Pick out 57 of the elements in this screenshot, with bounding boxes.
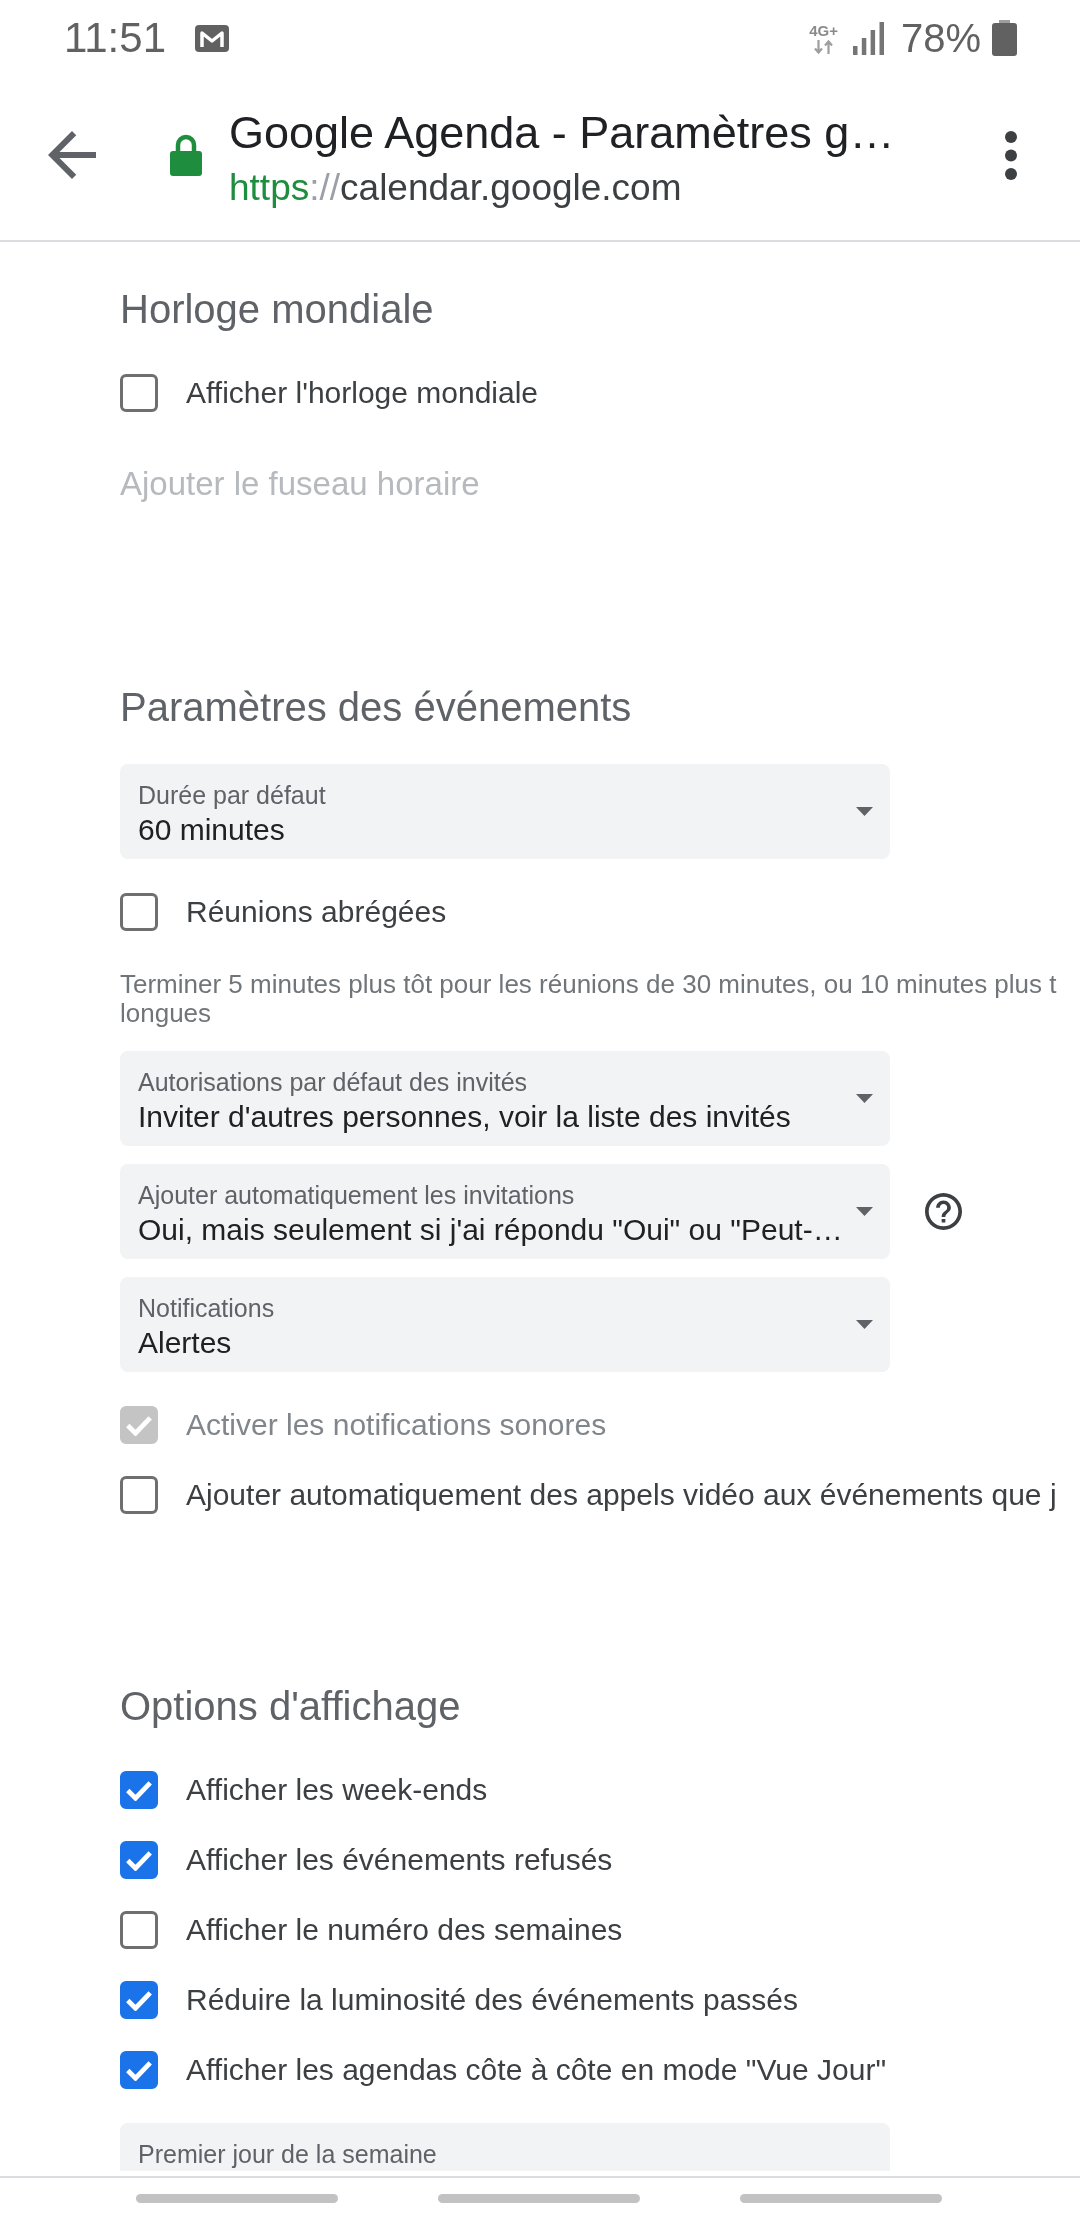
caret-icon	[856, 1207, 873, 1216]
checkmark-icon	[125, 1414, 153, 1436]
lock-icon[interactable]	[170, 134, 202, 176]
network-type-label: 4G+	[809, 21, 838, 39]
floating-label: Autorisations par défaut des invités	[138, 1067, 528, 1097]
caret-icon	[856, 807, 873, 816]
url-text[interactable]: https://calendar.google.com	[229, 166, 682, 210]
floating-label: Premier jour de la semaine	[138, 2139, 437, 2169]
help-text: Terminer 5 minutes plus tôt pour les réunions de 30 minutes, ou 10 minutes plus t longues	[120, 970, 1057, 1028]
checkbox-label: Réunions abrégées	[186, 894, 447, 930]
dropdown-value: 60 minutes	[138, 812, 285, 848]
status-time: 11:51	[64, 14, 166, 62]
checkbox[interactable]	[120, 893, 158, 931]
checkbox[interactable]	[120, 374, 158, 412]
signal-icon	[852, 21, 884, 55]
checkbox-label: Réduire la luminosité des événements passés	[186, 1982, 798, 2018]
back-icon[interactable]	[48, 131, 96, 179]
dropdown-value: Inviter d'autres personnes, voir la liste des invités	[138, 1099, 791, 1135]
dropdown-value: Oui, mais seulement si j'ai répondu "Oui" ou "Peut-…	[138, 1212, 843, 1248]
checkbox-label: Afficher les agendas côte à côte en mode "Vue Jour"	[186, 2052, 887, 2088]
dropdown-field[interactable]: Autorisations par défaut des invités Inviter d'autres personnes, voir la liste des invités	[120, 1051, 890, 1146]
checkbox-label: Afficher le numéro des semaines	[186, 1912, 623, 1948]
help-icon[interactable]	[925, 1193, 962, 1230]
section-heading: Options d'affichage	[120, 1683, 461, 1730]
page-title: Google Agenda - Paramètres g…	[229, 107, 895, 159]
checkmark-icon	[125, 1779, 153, 1801]
checkbox[interactable]	[120, 1981, 158, 2019]
checkbox[interactable]	[120, 1771, 158, 1809]
section-heading: Paramètres des événements	[120, 684, 632, 731]
battery-icon	[992, 20, 1017, 56]
more-options-icon[interactable]	[1005, 130, 1017, 180]
caret-icon	[856, 1094, 873, 1103]
checkbox-label: Activer les notifications sonores	[186, 1407, 607, 1443]
data-arrows-icon	[813, 38, 835, 55]
dropdown-field[interactable]: Premier jour de la semaine	[120, 2123, 890, 2171]
floating-label: Durée par défaut	[138, 780, 326, 810]
checkbox-label: Afficher les événements refusés	[186, 1842, 613, 1878]
checkbox[interactable]	[120, 1841, 158, 1879]
dropdown-value: Alertes	[138, 1325, 232, 1361]
checkbox-label: Afficher les week-ends	[186, 1772, 488, 1808]
section-heading: Horloge mondiale	[120, 286, 434, 333]
battery-percent: 78%	[900, 15, 981, 62]
floating-label: Notifications	[138, 1293, 275, 1323]
caret-icon	[856, 1320, 873, 1329]
dropdown-field[interactable]: Notifications Alertes	[120, 1277, 890, 1372]
checkmark-icon	[125, 2059, 153, 2081]
floating-label: Ajouter automatiquement les invitations	[138, 1180, 575, 1210]
dropdown-field[interactable]: Durée par défaut 60 minutes	[120, 764, 890, 859]
mail-icon	[195, 24, 229, 52]
checkbox-label: Ajouter automatiquement des appels vidéo aux événements que j	[186, 1477, 1057, 1513]
checkbox[interactable]	[120, 1911, 158, 1949]
checkmark-icon	[125, 1989, 153, 2011]
checkbox[interactable]	[120, 1476, 158, 1514]
checkmark-icon	[125, 1849, 153, 1871]
checkbox-label: Afficher l'horloge mondiale	[186, 375, 539, 411]
checkbox[interactable]	[120, 2051, 158, 2089]
dropdown-field[interactable]: Ajouter automatiquement les invitations Oui, mais seulement si j'ai répondu "Oui" ou "Peut-…	[120, 1164, 890, 1259]
